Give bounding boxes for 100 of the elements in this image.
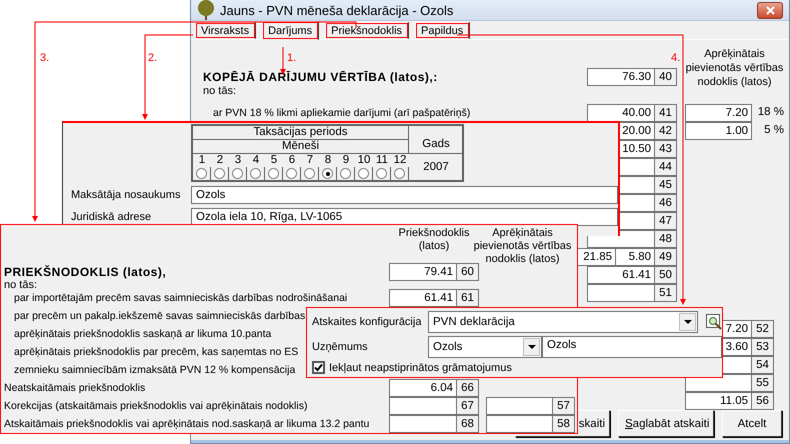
row-code: 47	[654, 212, 677, 230]
row-code: 61	[456, 289, 479, 307]
field-label: Uzņēmums	[312, 341, 369, 353]
month-number: 3	[234, 154, 242, 167]
month-radio[interactable]	[214, 168, 225, 179]
field-label: Atskaites konfigurācija	[312, 316, 422, 328]
search-icon[interactable]	[706, 314, 722, 330]
dropdown-arrow-icon	[528, 345, 536, 349]
year-value: 2007	[409, 154, 464, 180]
row-code: 46	[654, 194, 677, 212]
value-field[interactable]: 61.41	[587, 266, 655, 284]
row-code: 44	[654, 158, 677, 176]
config-dropdown[interactable]: PVN deklarācija	[428, 311, 698, 333]
value-field[interactable]: 40.00	[587, 104, 655, 122]
row-label: par precēm un pakalp.iekšzemē savas saimnieciskās darbības	[14, 309, 306, 324]
row-label: Korekcijas (atskaitāmais priekšnodoklis vai aprēķinātais nodoklis)	[4, 399, 308, 414]
row-code: 66	[456, 379, 479, 397]
value-field[interactable]: 5.80	[615, 248, 655, 266]
month-radio[interactable]	[358, 168, 369, 179]
month-radio[interactable]	[286, 168, 297, 179]
callout-label: 1.	[287, 52, 296, 64]
month-number: 5	[270, 154, 278, 167]
callout-label: 4.	[671, 52, 680, 64]
text-field[interactable]: Ozola iela 10, Rīga, LV-1065	[191, 208, 618, 226]
month-radio[interactable]	[394, 168, 405, 179]
checkbox-label: Iekļaut neapstiprinātos grāmatojumus	[329, 362, 512, 374]
row-code: 57	[552, 397, 575, 415]
value-field[interactable]: 61.41	[389, 289, 457, 307]
row-code: 42	[654, 122, 677, 140]
rate-label: 18 %	[756, 105, 784, 120]
value-field[interactable]	[486, 397, 553, 415]
close-icon	[766, 6, 774, 14]
month-radio[interactable]	[376, 168, 387, 179]
month-number: 8	[324, 154, 332, 167]
month-radio[interactable]	[268, 168, 279, 179]
checkbox[interactable]	[312, 361, 325, 374]
window-title: Jauns - PVN mēneša deklarācija - Ozols	[220, 2, 454, 18]
value-field[interactable]: 79.41	[389, 263, 457, 281]
month-number: 1	[198, 154, 206, 167]
month-radio[interactable]	[322, 168, 333, 179]
action-button[interactable]: Atcelt	[722, 410, 782, 437]
dropdown-arrow-icon	[684, 320, 692, 324]
row-code: 40	[654, 68, 677, 86]
vat-field[interactable]: 1.00	[685, 122, 752, 140]
row-label: no tās:	[4, 281, 38, 289]
tab[interactable]: Virsraksts	[195, 22, 256, 39]
value-field[interactable]	[389, 415, 457, 433]
row-code: 49	[654, 248, 677, 266]
row-code: 67	[456, 397, 479, 415]
value-field[interactable]	[389, 397, 457, 415]
tree-icon	[197, 0, 215, 20]
text-field[interactable]: Ozols	[191, 186, 618, 204]
row-code: 43	[654, 140, 677, 158]
row-code: 68	[456, 415, 479, 433]
month-radio[interactable]	[232, 168, 243, 179]
month-number: 6	[288, 154, 296, 167]
tab[interactable]: Papildus	[415, 22, 470, 39]
field-label: Maksātāja nosaukums	[71, 189, 182, 201]
month-radio[interactable]	[304, 168, 315, 179]
row-label: par importētajām precēm savas saimnieciskās darbības nodrošināšanai	[14, 291, 348, 306]
value-field[interactable]	[486, 415, 553, 433]
table-header: Mēneši	[193, 140, 409, 154]
row-label: PRIEKŠNODOKLIS (latos),	[4, 264, 166, 280]
column-header: Aprēķinātais pievienotās vērtības nodoklis (latos)	[472, 227, 572, 266]
row-code: 54	[751, 356, 774, 374]
row-label: ar PVN 18 % likmi apliekamie darījumi (arī pašpatēriņš)	[213, 106, 470, 121]
action-button[interactable]: Saglabāt atskaiti	[618, 410, 714, 437]
month-number: 7	[306, 154, 314, 167]
value-field[interactable]	[587, 284, 655, 302]
month-radio[interactable]	[196, 168, 207, 179]
row-label: aprēķinātais priekšnodoklis par precēm, kas saņemtas no ES	[14, 345, 298, 360]
row-label: no tās:	[203, 86, 236, 99]
month-number: 12	[392, 154, 408, 167]
callout-label: 3.	[40, 52, 50, 64]
column-header: Aprēķinātais pievienotās vērtības nodoklis (latos)	[685, 47, 784, 89]
row-label: zemnieku saimniecībām izmaksātā PVN 12 % kompensācija	[14, 363, 296, 378]
value-field[interactable]: 76.30	[587, 68, 655, 86]
row-label: aprēķinātais priekšnodoklis saskaņā ar likuma 10.panta	[14, 327, 272, 342]
value-field[interactable]: 21.85	[575, 248, 616, 266]
tab[interactable]: Darījums	[262, 21, 320, 40]
tab[interactable]: Priekšnodoklis	[325, 22, 410, 39]
company-name-field[interactable]: Ozols	[542, 336, 722, 358]
company-dropdown[interactable]: Ozols	[428, 336, 542, 358]
row-code: 41	[654, 104, 677, 122]
vat-field[interactable]: 7.20	[685, 104, 752, 122]
table-header: Taksācijas periods	[193, 126, 409, 140]
value-field[interactable]: 11.05	[685, 392, 752, 410]
field-label: Juridiskā adrese	[71, 211, 152, 223]
row-code: 50	[654, 266, 677, 284]
value-field[interactable]: 6.04	[389, 379, 457, 397]
row-code: 56	[751, 392, 774, 410]
month-radio[interactable]	[250, 168, 261, 179]
month-number: 4	[252, 154, 260, 167]
table-header: Gads	[409, 126, 464, 154]
rate-label: 5 %	[763, 123, 784, 138]
row-code: 58	[552, 415, 575, 433]
row-label: Atskaitāmais priekšnodoklis vai aprēķinātais nod.saskaņā ar likuma 13.2 pantu	[4, 417, 370, 432]
month-radio[interactable]	[340, 168, 351, 179]
close-button[interactable]	[757, 2, 783, 18]
row-code: 45	[654, 176, 677, 194]
